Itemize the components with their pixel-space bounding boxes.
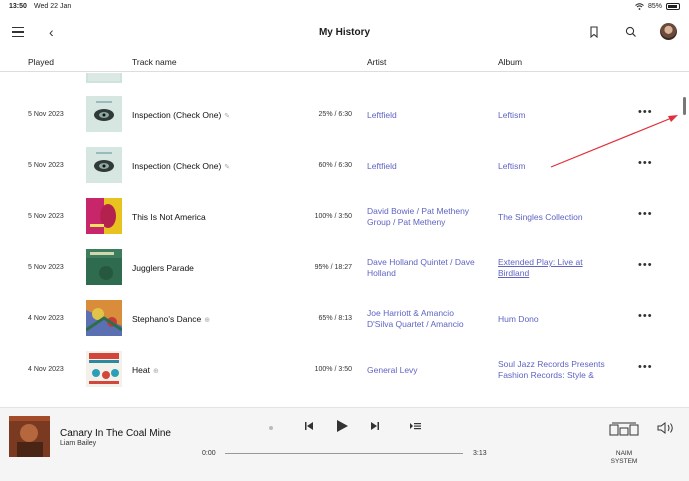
page-title: My History bbox=[318, 27, 371, 38]
played-date: 5 Nov 2023 bbox=[28, 264, 64, 271]
header: ‹ My History bbox=[0, 18, 689, 48]
add-icon: ⊕ bbox=[204, 317, 211, 324]
battery-icon bbox=[666, 3, 680, 10]
edit-icon: ✎ bbox=[224, 164, 231, 171]
scrollbar[interactable] bbox=[683, 97, 686, 115]
more-options-icon[interactable]: ••• bbox=[638, 208, 653, 220]
bookmark-icon[interactable] bbox=[587, 25, 601, 39]
now-playing-artist[interactable]: Liam Bailey bbox=[60, 440, 96, 447]
album-link[interactable]: Leftism bbox=[498, 161, 610, 172]
column-track[interactable]: Track name bbox=[132, 57, 177, 67]
wifi-icon bbox=[635, 3, 644, 10]
album-link[interactable]: Hum Dono bbox=[498, 314, 610, 325]
search-icon[interactable] bbox=[624, 25, 638, 39]
more-options-icon[interactable]: ••• bbox=[638, 157, 653, 169]
track-name[interactable]: This Is Not America bbox=[132, 212, 206, 222]
avatar[interactable] bbox=[660, 23, 677, 40]
album-art bbox=[86, 198, 122, 234]
table-row[interactable]: 4 Nov 2023 Heat ⊕ 100% / 3:50 General Lev… bbox=[0, 345, 689, 396]
more-options-icon[interactable]: ••• bbox=[638, 106, 653, 118]
played-date: 5 Nov 2023 bbox=[28, 111, 64, 118]
table-row[interactable]: 5 Nov 2023 Inspection (Check One) ✎ 60% /… bbox=[0, 141, 689, 192]
played-date: 5 Nov 2023 bbox=[28, 162, 64, 169]
status-bar: 13:50 Wed 22 Jan 85% bbox=[0, 0, 689, 14]
album-art bbox=[86, 249, 122, 285]
queue-icon[interactable] bbox=[409, 419, 422, 433]
volume-icon[interactable] bbox=[656, 420, 676, 436]
artist-link[interactable]: General Levy bbox=[367, 365, 493, 376]
play-progress: 25% / 6:30 bbox=[318, 111, 352, 118]
status-right: 85% bbox=[635, 3, 680, 10]
app: 13:50 Wed 22 Jan 85% ‹ My History Played… bbox=[0, 0, 689, 481]
album-art-partial bbox=[86, 73, 122, 83]
artist-link[interactable]: Leftfield bbox=[367, 110, 493, 121]
more-options-icon[interactable]: ••• bbox=[638, 361, 653, 373]
status-time: 13:50 bbox=[9, 3, 27, 10]
album-link[interactable]: Soul Jazz Records Presents Fashion Record… bbox=[498, 359, 610, 381]
album-link[interactable]: The Singles Collection bbox=[498, 212, 610, 223]
elapsed-time: 0:00 bbox=[202, 450, 216, 457]
edit-icon: ✎ bbox=[224, 113, 231, 120]
more-options-icon[interactable]: ••• bbox=[638, 259, 653, 271]
table-row[interactable]: 4 Nov 2023 Stephano's Dance ⊕ 65% / 8:13 … bbox=[0, 294, 689, 345]
play-progress: 65% / 8:13 bbox=[318, 315, 352, 322]
device-icon[interactable] bbox=[609, 421, 639, 437]
column-played[interactable]: Played bbox=[28, 57, 54, 67]
artist-link[interactable]: Joe Harriott & Amancio D'Silva Quartet / … bbox=[367, 308, 493, 330]
now-playing-title[interactable]: Canary In The Coal Mine bbox=[60, 428, 171, 439]
now-playing-cover[interactable] bbox=[9, 416, 50, 457]
track-name[interactable]: Inspection (Check One) ✎ bbox=[132, 110, 230, 120]
track-name[interactable]: Stephano's Dance ⊕ bbox=[132, 314, 210, 324]
artist-link[interactable]: David Bowie / Pat Metheny Group / Pat Met… bbox=[367, 206, 493, 228]
table-row[interactable]: 5 Nov 2023 Jugglers Parade 95% / 18:27 D… bbox=[0, 243, 689, 294]
column-album[interactable]: Album bbox=[498, 57, 522, 67]
device-label[interactable]: NAIM SYSTEM bbox=[604, 450, 644, 466]
total-time: 3:13 bbox=[473, 450, 487, 457]
more-options-icon[interactable]: ••• bbox=[638, 310, 653, 322]
album-art bbox=[86, 351, 122, 387]
album-link[interactable]: Extended Play: Live at Birdland bbox=[498, 257, 610, 279]
previous-icon[interactable] bbox=[303, 419, 315, 433]
column-headers: Played Track name Artist Album bbox=[0, 56, 689, 72]
track-name[interactable]: Jugglers Parade bbox=[132, 263, 194, 273]
album-art bbox=[86, 300, 122, 336]
history-list: 5 Nov 2023 Inspection (Check One) ✎ 25% /… bbox=[0, 73, 689, 406]
table-row[interactable]: 5 Nov 2023 This Is Not America 100% / 3:… bbox=[0, 192, 689, 243]
album-art bbox=[86, 147, 122, 183]
artist-link[interactable]: Leftfield bbox=[367, 161, 493, 172]
play-progress: 95% / 18:27 bbox=[314, 264, 352, 271]
play-icon[interactable] bbox=[335, 418, 349, 434]
play-progress: 60% / 6:30 bbox=[318, 162, 352, 169]
played-date: 5 Nov 2023 bbox=[28, 213, 64, 220]
seek-bar[interactable] bbox=[225, 453, 463, 454]
play-progress: 100% / 3:50 bbox=[314, 366, 352, 373]
status-date: Wed 22 Jan bbox=[34, 3, 72, 10]
add-icon: ⊕ bbox=[152, 368, 159, 375]
battery-percent: 85% bbox=[647, 3, 662, 10]
play-progress: 100% / 3:50 bbox=[314, 213, 352, 220]
track-name[interactable]: Heat ⊕ bbox=[132, 365, 159, 375]
artist-link[interactable]: Dave Holland Quintet / Dave Holland bbox=[367, 257, 493, 279]
album-art bbox=[86, 96, 122, 132]
played-date: 4 Nov 2023 bbox=[28, 315, 64, 322]
column-artist[interactable]: Artist bbox=[367, 57, 386, 67]
indicator-dot bbox=[269, 426, 273, 430]
next-icon[interactable] bbox=[369, 419, 381, 433]
now-playing-bar: Canary In The Coal Mine Liam Bailey 0:00… bbox=[0, 407, 689, 481]
track-name[interactable]: Inspection (Check One) ✎ bbox=[132, 161, 230, 171]
table-row[interactable]: 5 Nov 2023 Inspection (Check One) ✎ 25% /… bbox=[0, 90, 689, 141]
album-link[interactable]: Leftism bbox=[498, 110, 610, 121]
played-date: 4 Nov 2023 bbox=[28, 366, 64, 373]
